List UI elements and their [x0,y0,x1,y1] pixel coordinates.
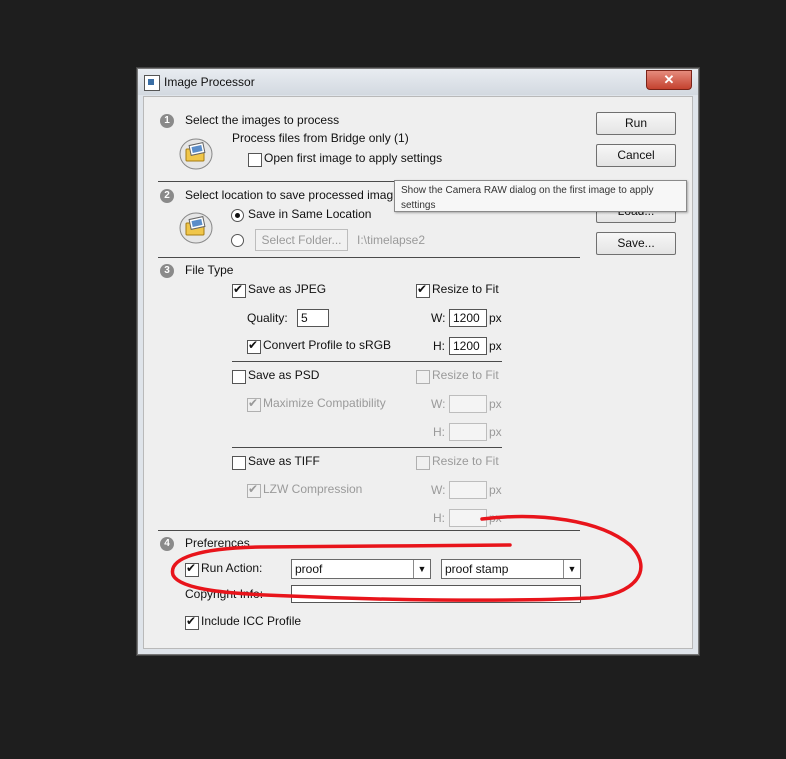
red-circle-annotation [170,514,643,602]
